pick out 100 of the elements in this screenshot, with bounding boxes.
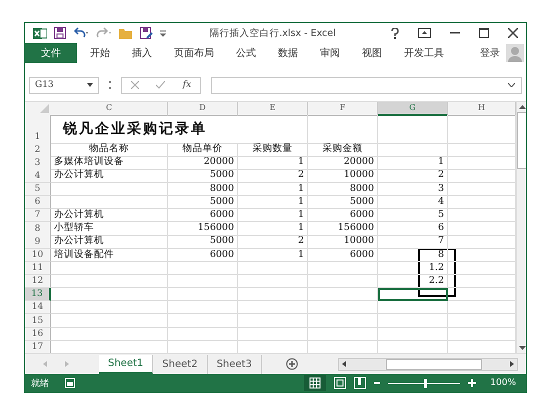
scroll-right-icon[interactable] [510, 361, 514, 367]
table-cell: 2 [378, 169, 448, 183]
row-header[interactable]: 14 [25, 301, 51, 314]
empty-cell[interactable] [168, 328, 238, 341]
row-header[interactable]: 6 [25, 196, 51, 210]
folder-icon[interactable] [119, 28, 133, 38]
table-cell: 采购数量 [238, 143, 308, 156]
empty-cell[interactable] [308, 288, 378, 302]
row-header[interactable]: 13 [25, 288, 51, 302]
column-header[interactable]: D [168, 102, 238, 116]
table-cell: 物品名称 [51, 143, 168, 156]
ribbon-tab[interactable]: 开始 [81, 43, 119, 63]
column-header[interactable]: C [51, 102, 168, 116]
row-header[interactable]: 4 [25, 169, 51, 183]
formula-input[interactable] [211, 76, 522, 94]
redo-icon[interactable] [96, 27, 112, 39]
empty-cell[interactable] [308, 301, 378, 314]
help-icon[interactable] [391, 28, 399, 38]
row-header[interactable]: 9 [25, 235, 51, 249]
sign-in-link[interactable]: 登录 [480, 46, 500, 60]
empty-cell[interactable] [378, 143, 448, 156]
empty-cell[interactable] [238, 314, 308, 328]
row-header[interactable]: 1 [25, 115, 51, 144]
row-header[interactable]: 17 [25, 340, 51, 353]
empty-cell[interactable] [308, 262, 378, 276]
empty-cell[interactable] [168, 274, 238, 288]
empty-cell[interactable] [308, 274, 378, 288]
macro-record-icon[interactable] [65, 378, 75, 388]
insert-function-button[interactable]: fx [182, 80, 192, 90]
ribbon-tab[interactable]: 页面布局 [165, 43, 223, 63]
empty-cell[interactable] [238, 262, 308, 276]
minimize-icon[interactable] [450, 32, 460, 34]
zoom-level[interactable]: 100% [490, 378, 516, 388]
empty-cell[interactable] [308, 328, 378, 341]
previous-sheet-icon[interactable] [43, 361, 47, 367]
table-cell: 8 [378, 248, 448, 262]
avatar-icon[interactable] [506, 44, 524, 62]
cancel-icon[interactable] [130, 81, 139, 89]
empty-cell[interactable] [238, 328, 308, 341]
ribbon-tab[interactable]: 开发工具 [395, 43, 453, 63]
scroll-down-icon[interactable] [519, 346, 526, 350]
column-header[interactable]: E [238, 102, 308, 116]
empty-cell[interactable] [238, 288, 308, 302]
empty-cell[interactable] [378, 328, 448, 341]
row-header[interactable]: 5 [25, 182, 51, 196]
ribbon-display-icon[interactable] [418, 28, 431, 38]
enter-icon[interactable] [156, 81, 166, 89]
empty-cell[interactable] [378, 288, 448, 302]
empty-cell[interactable] [238, 274, 308, 288]
empty-cell[interactable] [308, 115, 378, 144]
horizontal-scrollbar[interactable] [338, 358, 518, 370]
empty-cell[interactable] [238, 115, 308, 144]
column-header[interactable]: G [378, 102, 448, 116]
row-header[interactable]: 15 [25, 314, 51, 328]
save-icon[interactable] [54, 27, 66, 39]
row-header[interactable]: 8 [25, 222, 51, 236]
ribbon-tab[interactable]: 文件 [25, 43, 77, 63]
ribbon-tab[interactable]: 插入 [123, 43, 161, 63]
undo-icon[interactable] [73, 27, 89, 39]
row-header[interactable]: 16 [25, 328, 51, 341]
row-header[interactable]: 10 [25, 248, 51, 262]
scroll-thumb[interactable] [517, 112, 526, 169]
empty-cell[interactable] [238, 301, 308, 314]
scroll-thumb[interactable] [386, 358, 482, 370]
empty-cell[interactable] [378, 115, 448, 144]
empty-cell[interactable] [168, 314, 238, 328]
empty-cell[interactable] [168, 288, 238, 302]
empty-cell[interactable] [168, 262, 238, 276]
row-header[interactable]: 12 [25, 274, 51, 288]
row-header[interactable]: 2 [25, 143, 51, 156]
table-cell: 1.2 [378, 262, 448, 276]
empty-cell[interactable] [378, 301, 448, 314]
ribbon-tab[interactable]: 数据 [269, 43, 307, 63]
expand-icon[interactable] [508, 83, 515, 87]
empty-cell[interactable] [378, 314, 448, 328]
scroll-up-icon[interactable] [519, 105, 526, 109]
customize-toolbar-icon[interactable] [160, 30, 166, 36]
page-layout-icon[interactable] [334, 377, 346, 389]
row-header[interactable]: 7 [25, 208, 51, 222]
excel-logo-icon[interactable] [33, 26, 47, 40]
row-header[interactable]: 3 [25, 156, 51, 170]
normal-view-icon[interactable] [304, 375, 326, 391]
sheet-tab[interactable]: Sheet1 [99, 354, 154, 374]
next-sheet-icon[interactable] [65, 361, 69, 367]
page-break-preview-icon[interactable] [354, 377, 366, 389]
new-sheet-icon[interactable] [286, 358, 298, 370]
name-box[interactable]: G13 [29, 76, 99, 94]
row-header[interactable]: 11 [25, 262, 51, 276]
ribbon-tab[interactable]: 审阅 [311, 43, 349, 63]
zoom-in-icon[interactable] [468, 379, 476, 387]
save-as-icon[interactable] [140, 27, 153, 39]
close-icon[interactable] [508, 28, 518, 38]
vertical-scrollbar[interactable] [516, 102, 526, 353]
empty-cell[interactable] [168, 301, 238, 314]
table-cell: 5000 [308, 196, 378, 210]
ribbon-tab[interactable]: 公式 [227, 43, 265, 63]
empty-cell[interactable] [308, 314, 378, 328]
scroll-left-icon[interactable] [342, 361, 346, 367]
maximize-icon[interactable] [479, 28, 489, 38]
ribbon-tab[interactable]: 视图 [353, 43, 391, 63]
